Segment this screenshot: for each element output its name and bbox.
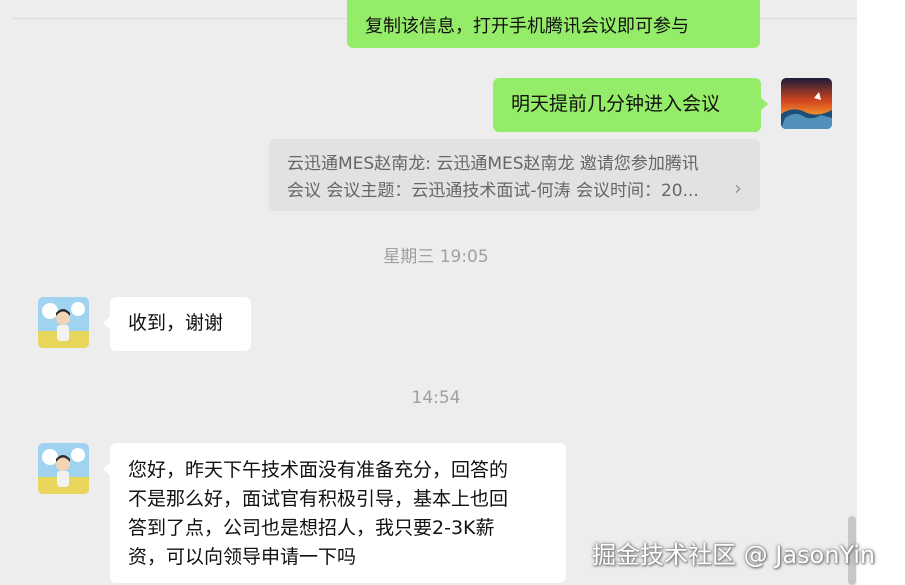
avatar-image [38, 443, 89, 494]
quoted-message[interactable]: 云迅通MES赵南龙: 云迅通MES赵南龙 邀请您参加腾讯 会议 会议主题：云迅通… [269, 139, 760, 211]
message-text: 收到，谢谢 [128, 312, 224, 334]
sent-message[interactable]: 明天提前几分钟进入会议 [493, 78, 768, 132]
quote-line: 会议 会议主题：云迅通技术面试-何涛 会议时间：20... [287, 181, 699, 201]
contact-avatar[interactable] [38, 443, 89, 494]
self-avatar[interactable] [781, 78, 832, 129]
watermark-text: 掘金技术社区 @ JasonYin [592, 541, 876, 569]
contact-avatar[interactable] [38, 297, 89, 348]
avatar-image [38, 297, 89, 348]
message-line: 您好，昨天下午技术面没有准备充分，回答的 [128, 459, 509, 481]
message-text: 明天提前几分钟进入会议 [511, 93, 721, 115]
message-line: 资，可以向领导申请一下吗 [128, 546, 357, 568]
message-line: 答到了点，公司也是想招人，我只要2-3K薪 [128, 517, 495, 539]
quote-line: 云迅通MES赵南龙: 云迅通MES赵南龙 邀请您参加腾讯 [287, 154, 699, 174]
side-gutter [857, 0, 905, 585]
chat-panel: 复制该信息，打开手机腾讯会议即可参与 明天提前几分钟进入会议 云迅通MES赵南龙… [0, 0, 857, 585]
message-text: 复制该信息，打开手机腾讯会议即可参与 [365, 16, 689, 37]
timestamp: 14:54 [411, 388, 461, 408]
avatar-image [781, 78, 832, 129]
message-line: 不是那么好，面试官有积极引导，基本上也回 [128, 488, 509, 510]
received-message[interactable]: 收到，谢谢 [103, 297, 251, 351]
received-message[interactable]: 您好，昨天下午技术面没有准备充分，回答的 不是那么好，面试官有积极引导，基本上也… [103, 443, 566, 583]
sent-message-partial[interactable]: 复制该信息，打开手机腾讯会议即可参与 [347, 0, 760, 48]
chevron-right-icon: › [734, 176, 742, 200]
timestamp: 星期三 19:05 [383, 247, 489, 267]
